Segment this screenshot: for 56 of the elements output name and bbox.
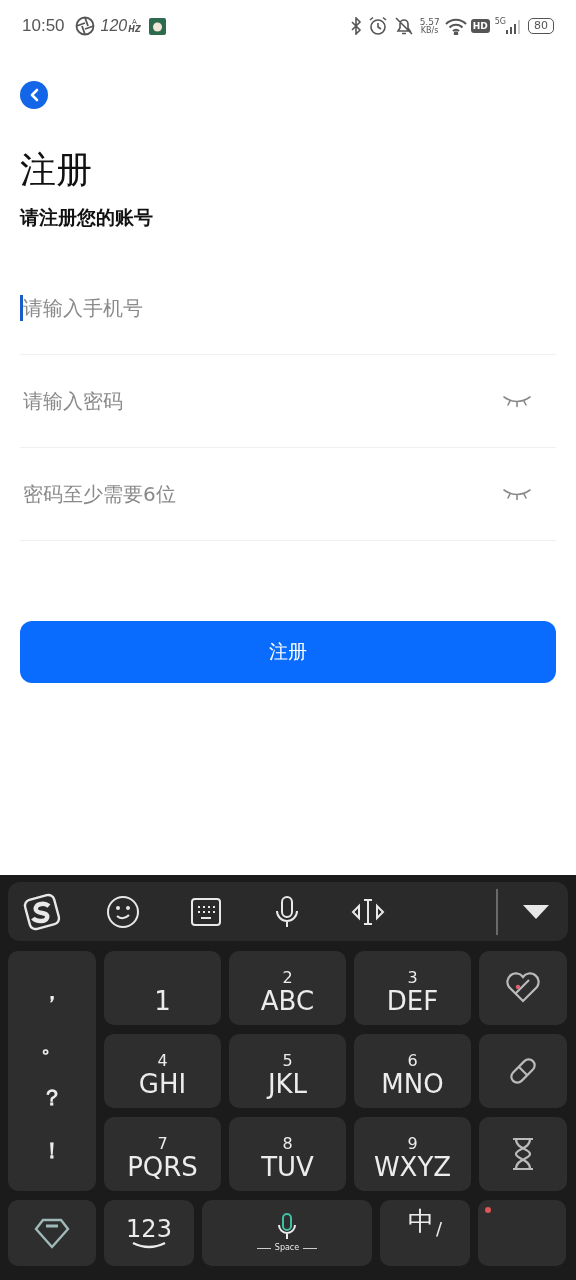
microphone-icon[interactable] xyxy=(274,894,300,929)
smile-curve-icon xyxy=(131,1241,167,1249)
emoji-gem-key[interactable] xyxy=(8,1200,96,1266)
letter-key[interactable]: 4 GHI xyxy=(104,1034,221,1108)
page-title: 注册 xyxy=(20,148,93,192)
alarm-icon xyxy=(367,16,388,36)
page-subtitle: 请注册您的账号 xyxy=(20,205,154,230)
signal-icon xyxy=(506,18,522,34)
heart-icon xyxy=(505,972,541,1004)
s-logo-icon[interactable] xyxy=(22,891,62,932)
battery-indicator: 80 xyxy=(528,18,554,34)
punctuation-key[interactable]: ？ xyxy=(41,1086,63,1109)
input-field[interactable]: 请输入手机号 xyxy=(20,294,556,321)
smiley-icon[interactable] xyxy=(106,894,140,929)
back-chevron-icon xyxy=(29,88,39,102)
closed-eye-icon[interactable] xyxy=(502,486,532,501)
aperture-icon xyxy=(74,16,95,36)
refresh-unit: HZ xyxy=(128,25,141,34)
letter-key[interactable]: 3 DEF xyxy=(354,951,471,1025)
function-key[interactable] xyxy=(479,1034,567,1108)
refresh-rate: 120 xyxy=(100,16,128,36)
letter-key[interactable]: 6 MNO xyxy=(354,1034,471,1108)
letter-key[interactable]: 1 xyxy=(104,951,221,1025)
muted-bell-icon xyxy=(393,16,414,36)
keyboard-icon[interactable] xyxy=(190,896,222,927)
avatar-icon xyxy=(148,17,166,35)
clock: 10:50 xyxy=(22,15,65,38)
back-button[interactable] xyxy=(20,81,48,109)
numbers-key[interactable]: 123 xyxy=(104,1200,194,1266)
input-field[interactable]: 密码至少需要6位 xyxy=(20,480,502,507)
collapse-triangle-icon[interactable] xyxy=(522,903,550,920)
letter-key[interactable]: 7 PQRS xyxy=(104,1117,221,1191)
gem-icon xyxy=(34,1217,70,1249)
letter-key[interactable]: 8 TUV xyxy=(229,1117,346,1191)
closed-eye-icon[interactable] xyxy=(502,393,532,408)
register-button[interactable]: 注册 xyxy=(20,620,556,683)
microphone-icon xyxy=(276,1212,298,1242)
punctuation-key[interactable]: ， xyxy=(41,980,63,1003)
input-field[interactable]: 请输入密码 xyxy=(20,387,502,414)
bluetooth-icon xyxy=(349,17,362,35)
hd-badge: HD xyxy=(470,19,490,33)
space-key[interactable]: Space xyxy=(202,1200,372,1266)
letter-key[interactable]: 9 WXYZ xyxy=(354,1117,471,1191)
network-speed: 5.57 xyxy=(419,17,440,27)
letter-key[interactable]: 5 JKL xyxy=(229,1034,346,1108)
hourglass-icon xyxy=(510,1136,536,1172)
network-type: 5G xyxy=(494,18,506,26)
punctuation-key[interactable]: ！ xyxy=(41,1139,63,1162)
speed-unit: KB/s xyxy=(420,26,439,35)
language-key[interactable]: 中/ xyxy=(380,1200,470,1266)
punctuation-key[interactable]: 。 xyxy=(41,1033,63,1056)
function-key[interactable] xyxy=(479,1117,567,1191)
cursor-move-icon[interactable] xyxy=(350,896,386,927)
wifi-icon xyxy=(444,17,467,35)
function-key[interactable] xyxy=(479,951,567,1025)
letter-key[interactable]: 2 ABC xyxy=(229,951,346,1025)
